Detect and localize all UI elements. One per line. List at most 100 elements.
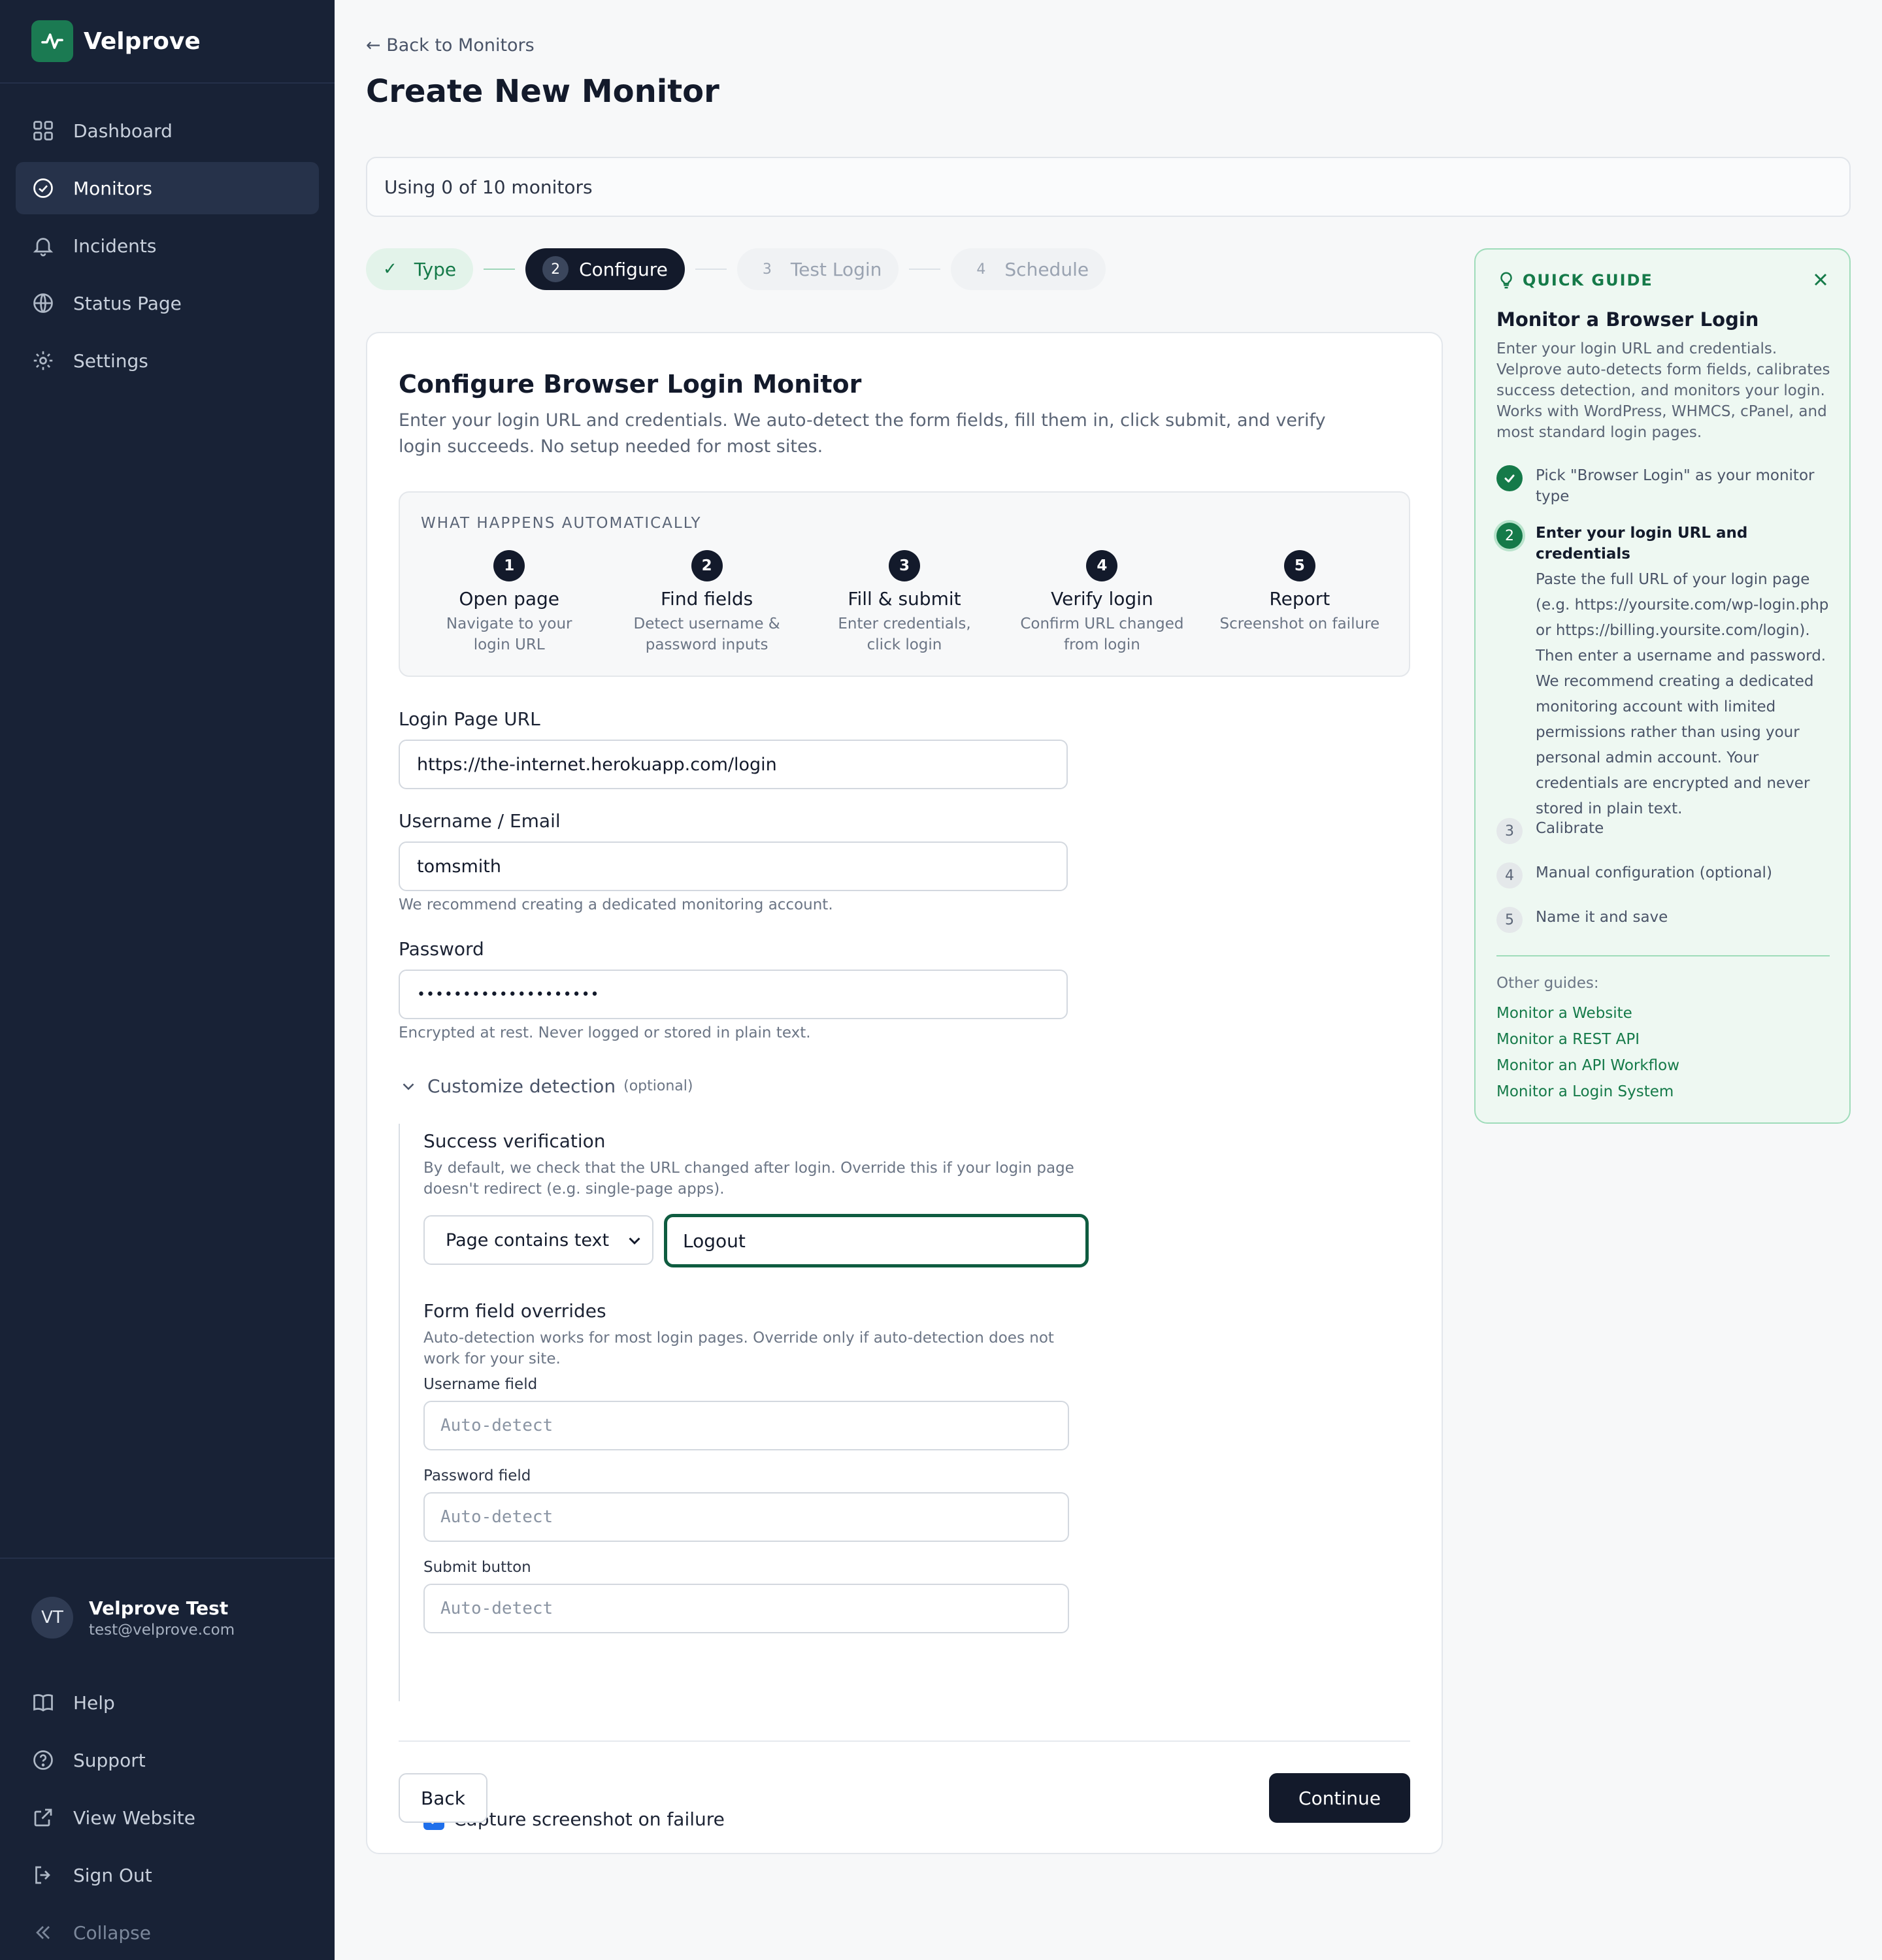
user-profile[interactable]: VT Velprove Test test@velprove.com xyxy=(0,1559,335,1676)
pulse-logo-icon xyxy=(31,20,73,62)
nav-label: Help xyxy=(73,1691,115,1714)
page-title: Create New Monitor xyxy=(366,73,719,110)
nav-view-website[interactable]: View Website xyxy=(16,1791,319,1844)
step-number: 3 xyxy=(762,261,772,278)
nav-label: Monitors xyxy=(73,177,153,199)
back-button[interactable]: Back xyxy=(399,1773,487,1823)
screenshot-label: Capture screenshot on failure xyxy=(454,1808,725,1830)
verification-method-select[interactable]: Page contains text xyxy=(423,1215,653,1265)
customize-label: Customize detection xyxy=(427,1075,616,1097)
username-input[interactable]: tomsmith xyxy=(399,841,1068,891)
guide-step: 3 Calibrate xyxy=(1496,818,1836,844)
step-label: Type xyxy=(414,258,457,280)
guide-step-number: 3 xyxy=(1496,818,1523,844)
guide-title: Monitor a Browser Login xyxy=(1496,308,1759,331)
check-circle-icon xyxy=(33,178,53,198)
login-url-input[interactable]: https://the-internet.herokuapp.com/login xyxy=(399,740,1068,789)
bell-icon xyxy=(33,238,54,257)
nav-settings[interactable]: Settings xyxy=(16,335,319,387)
divider xyxy=(1496,955,1830,956)
guide-step: Pick "Browser Login" as your monitor typ… xyxy=(1496,465,1836,507)
quick-guide-heading: QUICK GUIDE xyxy=(1523,271,1653,289)
help-circle-icon xyxy=(33,1750,53,1770)
step-label: Configure xyxy=(579,258,668,280)
nav-status-page[interactable]: Status Page xyxy=(16,277,319,329)
nav-label: Dashboard xyxy=(73,120,173,142)
auto-step-name: Report xyxy=(1269,588,1330,610)
submit-selector-input[interactable]: Auto-detect xyxy=(423,1584,1069,1633)
card-title: Configure Browser Login Monitor xyxy=(399,370,862,399)
guide-step-label: Name it and save xyxy=(1536,909,1668,926)
step-label: Schedule xyxy=(1004,258,1089,280)
nav-label: Settings xyxy=(73,350,148,372)
auto-step-name: Fill & submit xyxy=(848,588,961,610)
auto-step-number: 3 xyxy=(889,550,921,581)
auto-step-number: 1 xyxy=(493,550,525,581)
step-configure[interactable]: 2 Configure xyxy=(525,248,685,290)
password-selector-input[interactable]: Auto-detect xyxy=(423,1492,1069,1542)
form-overrides-title: Form field overrides xyxy=(423,1300,606,1322)
chevron-down-icon xyxy=(403,1083,414,1090)
auto-step-desc: Enter credentials, click login xyxy=(838,615,971,653)
password-input[interactable]: •••••••••••••••••••• xyxy=(399,970,1068,1019)
guide-step-label: Manual configuration (optional) xyxy=(1536,864,1772,881)
guide-link-rest-api[interactable]: Monitor a REST API xyxy=(1496,1031,1640,1048)
sign-out-icon xyxy=(35,1866,50,1884)
guide-step: 4 Manual configuration (optional) xyxy=(1496,862,1836,889)
auto-step-number: 5 xyxy=(1283,550,1315,581)
password-label: Password xyxy=(399,938,484,960)
nav-label: Sign Out xyxy=(73,1864,152,1886)
guide-step-label: Pick "Browser Login" as your monitor typ… xyxy=(1536,467,1815,505)
guide-link-api-workflow[interactable]: Monitor an API Workflow xyxy=(1496,1057,1679,1074)
sidebar: Velprove Dashboard Monitors Incidents St… xyxy=(0,0,335,1960)
gear-icon xyxy=(33,351,53,370)
submit-button-label: Submit button xyxy=(423,1559,531,1576)
nav-support[interactable]: Support xyxy=(16,1734,319,1786)
password-field-label: Password field xyxy=(423,1467,531,1484)
password-hint: Encrypted at rest. Never logged or store… xyxy=(399,1024,811,1041)
user-email: test@velprove.com xyxy=(89,1621,235,1639)
guide-step-body: Paste the full URL of your login page (e… xyxy=(1536,571,1829,817)
guide-step-number: 2 xyxy=(1496,523,1523,549)
close-icon[interactable] xyxy=(1810,269,1831,290)
guide-step: 2 Enter your login URL and credentials P… xyxy=(1496,523,1836,822)
guide-link-website[interactable]: Monitor a Website xyxy=(1496,1005,1632,1022)
step-test-login: 3 Test Login xyxy=(736,248,899,290)
auto-step-desc: Detect username & password inputs xyxy=(633,615,780,653)
auto-step: 1 Open page Navigate to your login URL xyxy=(410,550,608,655)
nav-sign-out[interactable]: Sign Out xyxy=(16,1849,319,1901)
auto-steps-panel: WHAT HAPPENS AUTOMATICALLY 1 Open page N… xyxy=(399,491,1410,677)
nav-incidents[interactable]: Incidents xyxy=(16,220,319,272)
nav-help[interactable]: Help xyxy=(16,1676,319,1729)
guide-step-label: Calibrate xyxy=(1536,820,1604,837)
nav-dashboard[interactable]: Dashboard xyxy=(16,105,319,157)
username-label: Username / Email xyxy=(399,810,561,832)
step-number: 2 xyxy=(542,256,569,282)
auto-steps-title: WHAT HAPPENS AUTOMATICALLY xyxy=(421,515,702,532)
username-selector-input[interactable]: Auto-detect xyxy=(423,1401,1069,1450)
quick-guide-header: QUICK GUIDE xyxy=(1496,270,1653,290)
check-icon: ✓ xyxy=(383,259,397,279)
username-hint: We recommend creating a dedicated monito… xyxy=(399,896,833,913)
globe-icon xyxy=(33,293,53,313)
check-icon xyxy=(1496,465,1523,491)
success-verification-desc: By default, we check that the URL change… xyxy=(423,1160,1074,1198)
step-type[interactable]: ✓ Type xyxy=(366,248,474,290)
back-to-monitors-link[interactable]: ← Back to Monitors xyxy=(366,35,535,56)
auto-step: 2 Find fields Detect username & password… xyxy=(608,550,805,655)
avatar: VT xyxy=(31,1597,73,1639)
auto-step-number: 4 xyxy=(1086,550,1118,581)
continue-button[interactable]: Continue xyxy=(1269,1773,1410,1823)
verification-text-input[interactable]: Logout xyxy=(664,1214,1089,1267)
brand[interactable]: Velprove xyxy=(0,0,335,84)
auto-step: 3 Fill & submit Enter credentials, click… xyxy=(806,550,1003,655)
auto-step-name: Open page xyxy=(459,588,560,610)
nav-collapse[interactable]: Collapse xyxy=(16,1906,319,1959)
auto-step: 4 Verify login Confirm URL changed from … xyxy=(1003,550,1200,655)
guide-link-login-system[interactable]: Monitor a Login System xyxy=(1496,1083,1674,1100)
customize-detection-toggle[interactable]: Customize detection (optional) xyxy=(399,1075,693,1097)
step-schedule: 4 Schedule xyxy=(951,248,1106,290)
auto-step-name: Find fields xyxy=(660,588,753,610)
nav-monitors[interactable]: Monitors xyxy=(16,162,319,214)
auto-step-desc: Navigate to your login URL xyxy=(446,615,572,653)
